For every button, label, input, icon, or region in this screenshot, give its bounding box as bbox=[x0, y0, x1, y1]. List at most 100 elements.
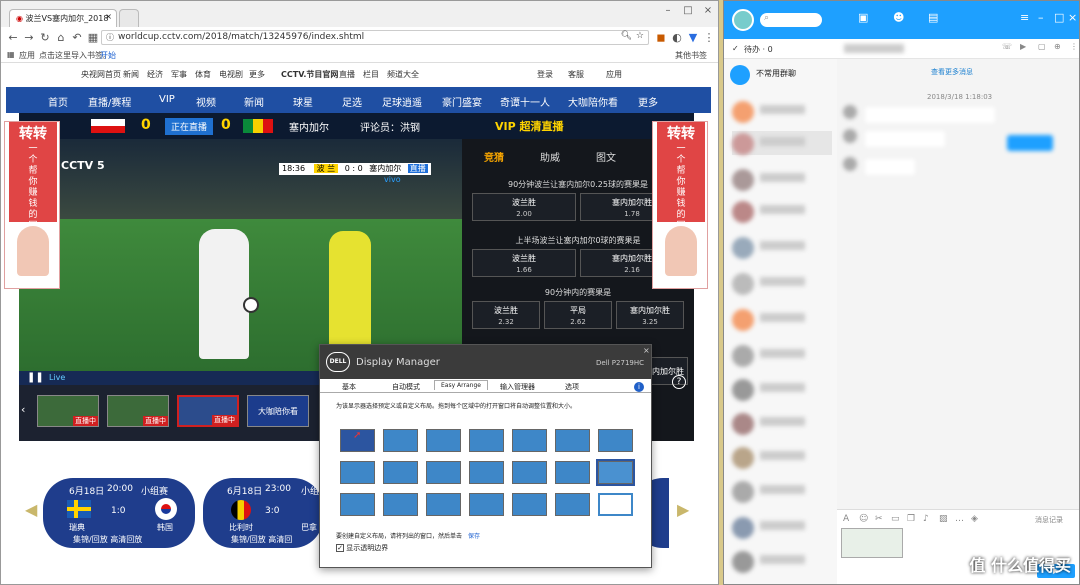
bet-option[interactable]: 塞内加尔胜 3.25 bbox=[616, 301, 684, 329]
layout-option[interactable] bbox=[340, 493, 375, 516]
pause-icon[interactable]: ❚❚ bbox=[27, 372, 44, 383]
list-item[interactable] bbox=[732, 235, 832, 259]
layout-option[interactable] bbox=[383, 461, 418, 484]
call-icon[interactable]: ☏ bbox=[1002, 42, 1012, 51]
layout-option[interactable]: ➚ bbox=[340, 429, 375, 452]
top-link[interactable]: 直播 bbox=[339, 69, 355, 80]
extension-2-icon[interactable]: ◐ bbox=[671, 31, 683, 44]
tab-auto-mode[interactable]: 自动模式 bbox=[392, 382, 420, 392]
layout-option[interactable] bbox=[555, 429, 590, 452]
browser-tab[interactable]: ◉ 波兰VS塞内加尔_2018 × bbox=[9, 9, 117, 27]
maximize-icon[interactable]: □ bbox=[681, 5, 695, 17]
top-link[interactable]: 更多 bbox=[249, 69, 265, 80]
nav-item[interactable]: VIP bbox=[159, 94, 175, 105]
top-link[interactable]: 栏目 bbox=[363, 69, 379, 80]
list-item[interactable] bbox=[732, 99, 832, 123]
zoom-icon[interactable]: 🔍︎ bbox=[621, 31, 632, 41]
url-input[interactable]: ⓘ worldcup.cctv.com/2018/match/13245976/… bbox=[101, 30, 649, 45]
grid-icon[interactable]: ▦ bbox=[87, 31, 99, 44]
layout-option[interactable] bbox=[426, 493, 461, 516]
bet-option[interactable]: 波兰胜 2.00 bbox=[472, 193, 576, 221]
emoji-icon[interactable]: ☺ bbox=[859, 514, 868, 524]
more-icon[interactable]: ⋮ bbox=[1070, 42, 1078, 51]
font-icon[interactable]: A bbox=[843, 514, 849, 524]
list-item[interactable] bbox=[732, 343, 832, 367]
list-item[interactable] bbox=[732, 479, 832, 503]
nav-item[interactable]: 大咖陪你看 bbox=[568, 94, 618, 109]
nav-item[interactable]: 视频 bbox=[196, 94, 216, 109]
layout-option[interactable] bbox=[426, 429, 461, 452]
nav-item[interactable]: 新闻 bbox=[244, 94, 264, 109]
vip-hd-live[interactable]: VIP 超清直播 bbox=[495, 118, 564, 134]
match-card[interactable]: 6月18日 20:00 小组赛 1:0 瑞典 韩国 集锦/回放 高清回放 bbox=[43, 478, 195, 548]
close-window-icon[interactable]: × bbox=[701, 5, 715, 17]
top-link[interactable]: CCTV.节目官网 bbox=[281, 69, 338, 80]
schedule-next-icon[interactable]: ▶ bbox=[677, 500, 689, 519]
layout-option[interactable] bbox=[598, 429, 633, 452]
list-item[interactable] bbox=[732, 131, 832, 155]
menu-icon[interactable]: ⋮ bbox=[703, 31, 715, 44]
nav-item[interactable]: 球星 bbox=[293, 94, 313, 109]
thumbnail[interactable]: 直播中 bbox=[37, 395, 99, 427]
home-icon[interactable]: ⌂ bbox=[55, 31, 67, 44]
layout-option[interactable] bbox=[512, 461, 547, 484]
tab-input-manager[interactable]: 输入管理器 bbox=[500, 382, 535, 392]
more-messages-link[interactable]: 查看更多消息 bbox=[931, 67, 973, 77]
layout-option[interactable] bbox=[469, 493, 504, 516]
match-card[interactable]: 6月18日 23:00 小组 3:0 比利时 巴拿 集锦/回放 高清回 bbox=[203, 478, 323, 548]
tab-guess[interactable]: 竞猜 bbox=[484, 149, 504, 164]
top-link[interactable]: 经济 bbox=[147, 69, 163, 80]
screen-share-icon[interactable]: ▢ bbox=[1038, 42, 1046, 51]
list-item[interactable] bbox=[732, 515, 832, 539]
layout-option[interactable] bbox=[426, 461, 461, 484]
top-link[interactable]: 电视剧 bbox=[219, 69, 243, 80]
top-link[interactable]: 应用 bbox=[606, 69, 622, 80]
more-icon[interactable]: … bbox=[955, 514, 964, 524]
nav-item[interactable]: 奇谭十一人 bbox=[500, 94, 550, 109]
login-link[interactable]: 登录 bbox=[537, 69, 553, 80]
back-icon[interactable]: ← bbox=[7, 31, 19, 44]
ad-banner-right[interactable]: 转转 一个帮你赚钱的网站 bbox=[652, 121, 708, 289]
todo-count[interactable]: 待办 · 0 bbox=[744, 44, 773, 55]
top-link[interactable]: 体育 bbox=[195, 69, 211, 80]
layout-option[interactable] bbox=[512, 429, 547, 452]
minimize-icon[interactable]: – bbox=[661, 5, 675, 17]
microphone-icon[interactable]: ♪ bbox=[923, 514, 929, 524]
tab-basic[interactable]: 基本 bbox=[342, 382, 356, 392]
schedule-prev-icon[interactable]: ◀ bbox=[25, 500, 37, 519]
pasted-screenshot-thumbnail[interactable] bbox=[841, 528, 903, 558]
tab-options[interactable]: 选项 bbox=[565, 382, 579, 392]
bookmark-apps[interactable]: 应用 bbox=[19, 50, 35, 61]
layout-option[interactable] bbox=[555, 493, 590, 516]
other-bookmarks[interactable]: 其他书签 bbox=[675, 50, 707, 61]
list-item[interactable] bbox=[732, 307, 832, 331]
bookmark-start-link[interactable]: 开始 bbox=[100, 50, 116, 61]
layout-option[interactable] bbox=[555, 461, 590, 484]
top-link[interactable]: 央视网首页 bbox=[81, 69, 121, 80]
bet-option[interactable]: 波兰胜 1.66 bbox=[472, 249, 576, 277]
bookmark-star-icon[interactable]: ☆ bbox=[636, 31, 644, 41]
tab-text[interactable]: 图文 bbox=[596, 149, 616, 164]
list-item[interactable] bbox=[732, 199, 832, 223]
layout-option[interactable] bbox=[469, 429, 504, 452]
minimize-icon[interactable]: – bbox=[1038, 11, 1044, 24]
replay-links[interactable]: 集锦/回放 高清回放 bbox=[73, 534, 142, 545]
undo-icon[interactable]: ↶ bbox=[71, 31, 83, 44]
bet-option[interactable]: 波兰胜 2.32 bbox=[472, 301, 540, 329]
extension-icon[interactable]: ◼ bbox=[655, 31, 667, 44]
image-icon[interactable]: ▨ bbox=[939, 514, 948, 524]
gift-icon[interactable]: ◈ bbox=[971, 514, 978, 524]
group-label[interactable]: 不常用群聊 bbox=[756, 68, 796, 79]
extension-3-icon[interactable]: ▼ bbox=[687, 31, 699, 44]
custom-layout-option[interactable] bbox=[598, 493, 633, 516]
close-tab-icon[interactable]: × bbox=[105, 12, 112, 21]
maximize-icon[interactable]: □ bbox=[1054, 11, 1064, 24]
add-icon[interactable]: ⊕ bbox=[1054, 42, 1061, 51]
thumbnail[interactable]: 直播中 bbox=[177, 395, 239, 427]
replay-links[interactable]: 集锦/回放 高清回 bbox=[231, 534, 292, 545]
contacts-tab-icon[interactable]: ☻ bbox=[893, 11, 904, 24]
ad-banner-left[interactable]: 转转 一个帮你赚钱的网站 bbox=[4, 121, 60, 289]
shake-icon[interactable]: ❐ bbox=[907, 514, 915, 524]
apps-icon[interactable]: ▦ bbox=[7, 50, 15, 59]
transparent-border-checkbox[interactable]: ✓ bbox=[336, 544, 344, 552]
